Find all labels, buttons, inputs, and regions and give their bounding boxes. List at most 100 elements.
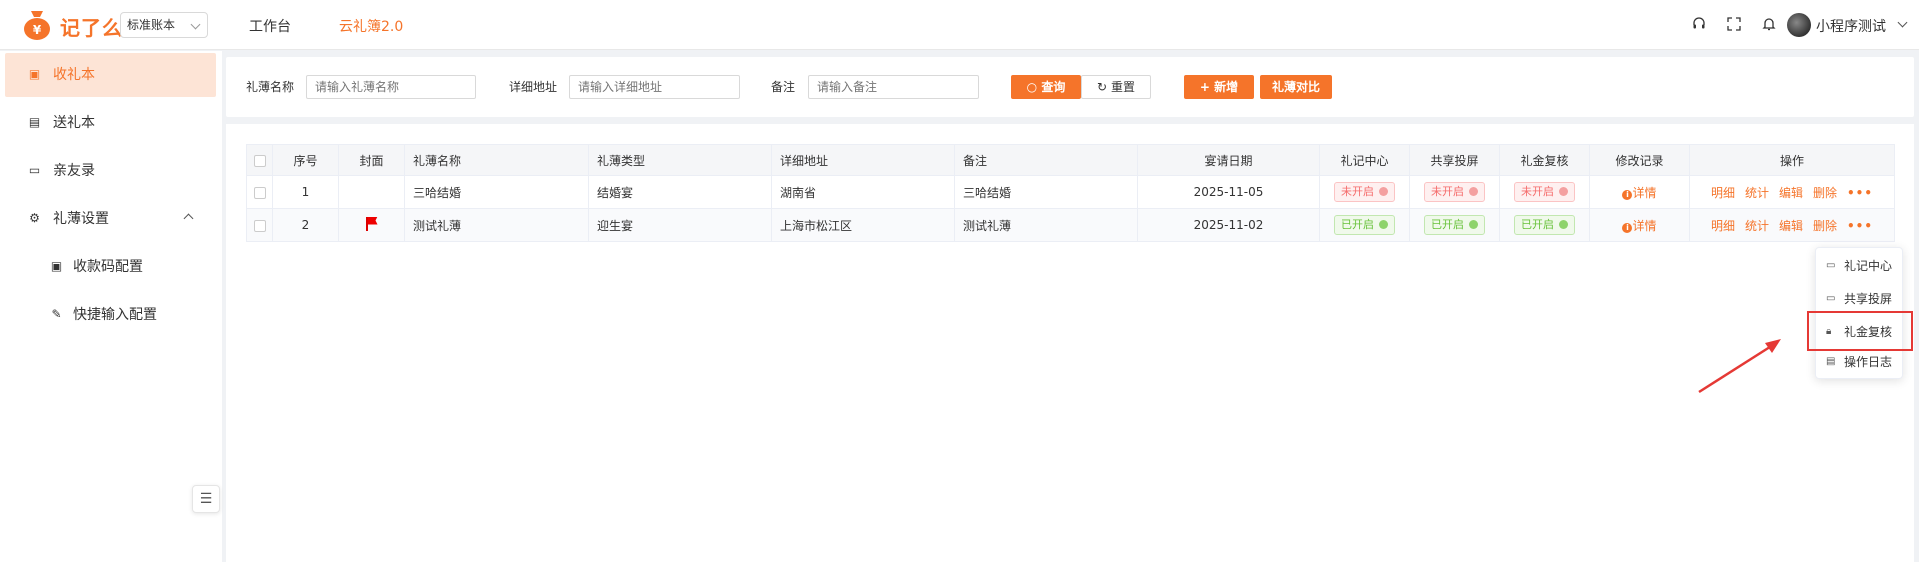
sidebar-item-quick-input-config[interactable]: ✎ 快捷输入配置 <box>5 293 216 337</box>
search-panel: 礼薄名称 详细地址 备注 ○ 查询 ↻ 重置 + 新增 礼薄对比 <box>226 57 1914 117</box>
col-date: 宴请日期 <box>1137 144 1320 176</box>
fullscreen-icon[interactable] <box>1726 17 1742 33</box>
col-type: 礼薄类型 <box>588 144 772 176</box>
status-text: 已开启 <box>1521 218 1554 231</box>
menu-item-label: 共享投屏 <box>1844 292 1893 306</box>
row-date: 2025-11-05 <box>1137 175 1320 209</box>
chevron-down-icon <box>190 19 201 30</box>
row-type: 迎生宴 <box>588 208 772 242</box>
address-input[interactable] <box>569 75 740 99</box>
menu-item-label: 操作日志 <box>1844 355 1893 369</box>
menu-item-gift-center[interactable]: ▭ 礼记中心 <box>1816 251 1904 281</box>
remark-label: 备注 <box>771 80 796 94</box>
status-switch[interactable]: 已开启 <box>1334 215 1395 235</box>
sidebar-item-label: 收款码配置 <box>73 259 143 275</box>
reset-button[interactable]: ↻ 重置 <box>1081 75 1151 99</box>
col-review: 礼金复核 <box>1499 144 1590 176</box>
stats-link[interactable]: 统计 <box>1745 219 1769 233</box>
more-icon[interactable]: ••• <box>1847 186 1873 200</box>
status-text: 已开启 <box>1431 218 1464 231</box>
col-center: 礼记中心 <box>1319 144 1410 176</box>
record-detail-label: 详情 <box>1632 218 1657 233</box>
record-detail-link[interactable]: i 详情 <box>1622 218 1657 233</box>
logo-text: 记了么 <box>60 16 123 40</box>
nav-workspace[interactable]: 工作台 <box>249 16 291 36</box>
row-address: 湖南省 <box>771 175 955 209</box>
chevron-up-icon <box>183 213 194 224</box>
more-icon[interactable]: ••• <box>1847 219 1873 233</box>
user-chevron-down-icon[interactable] <box>1897 17 1908 28</box>
query-button[interactable]: ○ 查询 <box>1011 75 1081 99</box>
sidebar-item-gift-book[interactable]: ▣ 收礼本 <box>5 53 216 97</box>
stats-link[interactable]: 统计 <box>1745 186 1769 200</box>
row-share-cell: 已开启 <box>1409 208 1500 242</box>
name-label: 礼薄名称 <box>246 80 295 94</box>
status-switch[interactable]: 未开启 <box>1334 182 1395 202</box>
status-switch[interactable]: 未开启 <box>1514 182 1575 202</box>
folder-icon: ▭ <box>28 163 41 177</box>
table-header-row: 序号 封面 礼薄名称 礼薄类型 详细地址 备注 宴请日期 礼记中心 共享投屏 礼… <box>246 144 1895 176</box>
nav-cloud-book[interactable]: 云礼簿2.0 <box>339 16 403 36</box>
sidebar-item-label: 快捷输入配置 <box>73 307 157 323</box>
money-bag-logo-icon[interactable]: ¥ <box>22 9 52 41</box>
row-remark: 测试礼薄 <box>954 208 1138 242</box>
checkbox[interactable] <box>253 154 266 167</box>
col-index: 序号 <box>272 144 339 176</box>
remark-input[interactable] <box>808 75 979 99</box>
info-icon: i <box>1622 189 1633 200</box>
edit-link[interactable]: 编辑 <box>1779 219 1803 233</box>
name-input[interactable] <box>306 75 476 99</box>
edit-link[interactable]: 编辑 <box>1779 186 1803 200</box>
sidebar-item-qrcode-config[interactable]: ▣ 收款码配置 <box>5 245 216 289</box>
avatar[interactable] <box>1787 13 1811 37</box>
menu-item-operation-log[interactable]: ▤ 操作日志 <box>1816 347 1904 377</box>
search-icon: ○ <box>1026 80 1038 94</box>
delete-link[interactable]: 删除 <box>1813 219 1837 233</box>
add-button[interactable]: + 新增 <box>1184 75 1254 99</box>
switch-dot-icon <box>1379 187 1388 196</box>
sidebar-item-send-book[interactable]: ▤ 送礼本 <box>5 101 216 145</box>
sidebar-item-settings[interactable]: ⚙ 礼薄设置 <box>5 197 216 241</box>
collapse-sidebar-button[interactable]: ☰ <box>192 485 220 513</box>
refresh-icon: ↻ <box>1097 80 1108 94</box>
checkbox[interactable] <box>253 186 266 199</box>
status-switch[interactable]: 已开启 <box>1424 215 1485 235</box>
select-all-checkbox[interactable] <box>246 144 273 176</box>
bell-icon[interactable] <box>1761 17 1777 33</box>
sidebar-item-contacts[interactable]: ▭ 亲友录 <box>5 149 216 193</box>
compare-button[interactable]: 礼薄对比 <box>1260 75 1332 99</box>
switch-dot-icon <box>1469 187 1478 196</box>
col-record: 修改记录 <box>1589 144 1690 176</box>
book-select[interactable]: 标准账本 <box>120 12 208 38</box>
record-detail-link[interactable]: i 详情 <box>1622 185 1657 200</box>
status-switch[interactable]: 未开启 <box>1424 182 1485 202</box>
status-switch[interactable]: 已开启 <box>1514 215 1575 235</box>
switch-dot-icon <box>1379 220 1388 229</box>
row-name: 三哈结婚 <box>404 175 589 209</box>
row-remark: 三哈结婚 <box>954 175 1138 209</box>
row-name: 测试礼薄 <box>404 208 589 242</box>
detail-link[interactable]: 明细 <box>1711 186 1735 200</box>
table-row: 1 三哈结婚 结婚宴 湖南省 三哈结婚 2025-11-05 未开启 未开启 未… <box>246 175 1895 209</box>
headset-icon[interactable] <box>1691 17 1707 33</box>
query-button-label: 查询 <box>1041 80 1066 94</box>
detail-link[interactable]: 明细 <box>1711 219 1735 233</box>
menu-item-share-screen[interactable]: ▭ 共享投屏 <box>1816 284 1904 314</box>
row-index: 1 <box>272 175 339 209</box>
record-detail-label: 详情 <box>1632 185 1657 200</box>
user-name[interactable]: 小程序测试 <box>1816 16 1886 36</box>
gift-book-icon: ▣ <box>28 67 41 81</box>
delete-link[interactable]: 删除 <box>1813 186 1837 200</box>
row-cover <box>338 208 405 242</box>
red-flag-icon <box>365 216 379 231</box>
sidebar-item-label: 亲友录 <box>53 163 95 179</box>
checkbox[interactable] <box>253 219 266 232</box>
row-checkbox-cell[interactable] <box>246 175 273 209</box>
row-record-cell: i 详情 <box>1589 208 1690 242</box>
row-review-cell: 未开启 <box>1499 175 1590 209</box>
row-share-cell: 未开启 <box>1409 175 1500 209</box>
status-text: 已开启 <box>1341 218 1374 231</box>
row-date: 2025-11-02 <box>1137 208 1320 242</box>
row-address: 上海市松江区 <box>771 208 955 242</box>
row-checkbox-cell[interactable] <box>246 208 273 242</box>
